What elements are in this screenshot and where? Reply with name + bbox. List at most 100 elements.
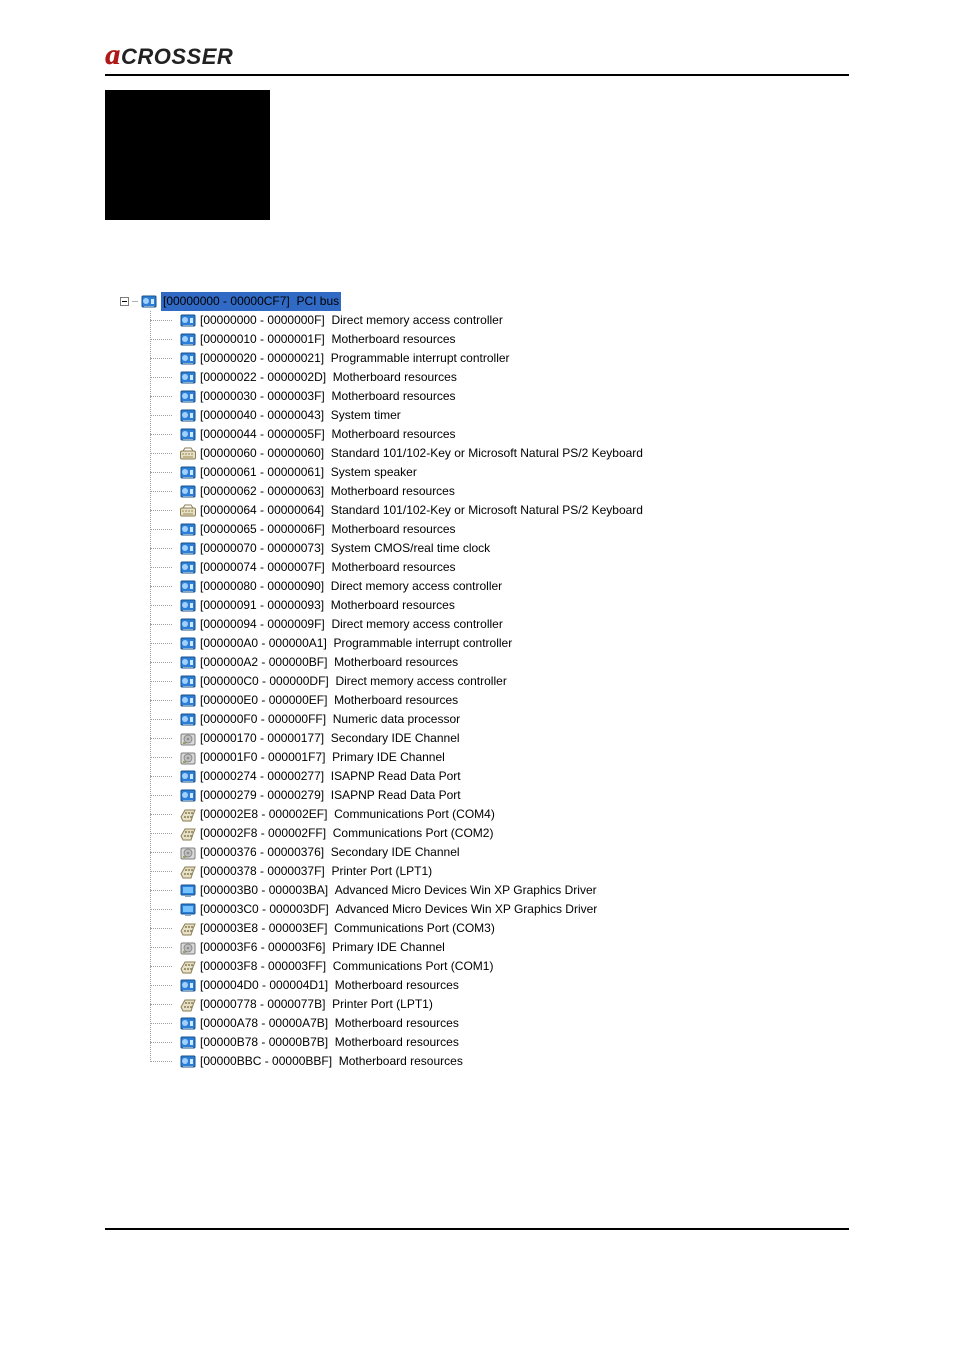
tree-item[interactable]: [00000094 - 0000009F] Direct memory acce…	[150, 615, 904, 634]
tree-item[interactable]: [000000C0 - 000000DF] Direct memory acce…	[150, 672, 904, 691]
tree-item[interactable]: [00000074 - 0000007F] Motherboard resour…	[150, 558, 904, 577]
display-adapter-icon	[180, 883, 196, 899]
system-device-icon	[180, 389, 196, 405]
tree-item-name: Printer Port (LPT1)	[331, 864, 432, 878]
tree-item[interactable]: [000000A0 - 000000A1] Programmable inter…	[150, 634, 904, 653]
tree-item[interactable]: [00000091 - 00000093] Motherboard resour…	[150, 596, 904, 615]
tree-item[interactable]: [00000778 - 0000077B] Printer Port (LPT1…	[150, 995, 904, 1014]
tree-item[interactable]: [00000170 - 00000177] Secondary IDE Chan…	[150, 729, 904, 748]
tree-item[interactable]: [00000000 - 0000000F] Direct memory acce…	[150, 311, 904, 330]
tree-item-name: Numeric data processor	[333, 712, 460, 726]
tree-connector	[150, 520, 180, 539]
tree-item[interactable]: [000003E8 - 000003EF] Communications Por…	[150, 919, 904, 938]
tree-item-name: System CMOS/real time clock	[331, 541, 490, 555]
tree-item-name: Printer Port (LPT1)	[332, 997, 433, 1011]
tree-connector	[150, 444, 180, 463]
tree-item[interactable]: [00000064 - 00000064] Standard 101/102-K…	[150, 501, 904, 520]
tree-item-range: [000002E8 - 000002EF]	[200, 807, 327, 821]
tree-item[interactable]: [00000080 - 00000090] Direct memory acce…	[150, 577, 904, 596]
tree-item-label: [000003C0 - 000003DF] Advanced Micro Dev…	[200, 900, 597, 919]
tree-item[interactable]: [000000A2 - 000000BF] Motherboard resour…	[150, 653, 904, 672]
tree-item[interactable]: [00000010 - 0000001F] Motherboard resour…	[150, 330, 904, 349]
tree-item[interactable]: [00000061 - 00000061] System speaker	[150, 463, 904, 482]
tree-connector	[150, 1052, 180, 1071]
tree-item-name: Motherboard resources	[331, 427, 455, 441]
tree-item[interactable]: [00000022 - 0000002D] Motherboard resour…	[150, 368, 904, 387]
tree-connector	[150, 862, 180, 881]
tree-item-label: [00000022 - 0000002D] Motherboard resour…	[200, 368, 457, 387]
tree-item[interactable]: [000000F0 - 000000FF] Numeric data proce…	[150, 710, 904, 729]
system-device-icon	[180, 579, 196, 595]
tree-item-name: Motherboard resources	[333, 370, 457, 384]
tree-item[interactable]: [00000060 - 00000060] Standard 101/102-K…	[150, 444, 904, 463]
tree-item[interactable]: [00000044 - 0000005F] Motherboard resour…	[150, 425, 904, 444]
tree-item-range: [00000080 - 00000090]	[200, 579, 324, 593]
tree-item[interactable]: [000003F8 - 000003FF] Communications Por…	[150, 957, 904, 976]
tree-item-name: Programmable interrupt controller	[333, 636, 512, 650]
tree-item[interactable]: [00000030 - 0000003F] Motherboard resour…	[150, 387, 904, 406]
tree-connector	[150, 748, 180, 767]
tree-item[interactable]: [000000E0 - 000000EF] Motherboard resour…	[150, 691, 904, 710]
tree-item-name: Motherboard resources	[335, 1016, 459, 1030]
tree-item-range: [00000044 - 0000005F]	[200, 427, 325, 441]
tree-item-range: [000000A2 - 000000BF]	[200, 655, 327, 669]
tree-item[interactable]: [00000A78 - 00000A7B] Motherboard resour…	[150, 1014, 904, 1033]
tree-item-label: [000003F8 - 000003FF] Communications Por…	[200, 957, 493, 976]
tree-item-range: [00000094 - 0000009F]	[200, 617, 325, 631]
system-device-icon	[180, 617, 196, 633]
tree-item-range: [000003F6 - 000003F6]	[200, 940, 325, 954]
tree-item[interactable]: [00000274 - 00000277] ISAPNP Read Data P…	[150, 767, 904, 786]
tree-root-row[interactable]: [00000000 - 00000CF7] PCI bus	[120, 292, 904, 311]
tree-item[interactable]: [000003C0 - 000003DF] Advanced Micro Dev…	[150, 900, 904, 919]
system-device-icon	[180, 636, 196, 652]
tree-item[interactable]: [00000040 - 00000043] System timer	[150, 406, 904, 425]
tree-item[interactable]: [00000B78 - 00000B7B] Motherboard resour…	[150, 1033, 904, 1052]
redacted-block	[105, 90, 270, 220]
tree-item[interactable]: [00000070 - 00000073] System CMOS/real t…	[150, 539, 904, 558]
tree-item-range: [000003E8 - 000003EF]	[200, 921, 327, 935]
tree-item[interactable]: [000002F8 - 000002FF] Communications Por…	[150, 824, 904, 843]
tree-item[interactable]: [000004D0 - 000004D1] Motherboard resour…	[150, 976, 904, 995]
tree-item[interactable]: [000003B0 - 000003BA] Advanced Micro Dev…	[150, 881, 904, 900]
tree-item-range: [00000064 - 00000064]	[200, 503, 324, 517]
tree-item-name: ISAPNP Read Data Port	[331, 769, 461, 783]
tree-item-range: [000002F8 - 000002FF]	[200, 826, 326, 840]
tree-item-label: [000000C0 - 000000DF] Direct memory acce…	[200, 672, 507, 691]
tree-item[interactable]: [000001F0 - 000001F7] Primary IDE Channe…	[150, 748, 904, 767]
tree-item[interactable]: [00000062 - 00000063] Motherboard resour…	[150, 482, 904, 501]
tree-item-range: [00000000 - 0000000F]	[200, 313, 325, 327]
tree-item-name: Motherboard resources	[331, 560, 455, 574]
tree-connector	[150, 767, 180, 786]
tree-item-name: Communications Port (COM2)	[333, 826, 494, 840]
tree-root-range: [00000000 - 00000CF7]	[163, 294, 290, 308]
tree-item-range: [000003F8 - 000003FF]	[200, 959, 326, 973]
brand-logo-text: CROSSER	[121, 46, 233, 68]
tree-item-label: [00000074 - 0000007F] Motherboard resour…	[200, 558, 456, 577]
tree-connector	[150, 824, 180, 843]
tree-connector	[150, 653, 180, 672]
tree-item-name: Secondary IDE Channel	[331, 845, 460, 859]
system-device-icon	[141, 294, 157, 310]
tree-item-name: System timer	[331, 408, 401, 422]
tree-connector	[150, 900, 180, 919]
tree-item-range: [000000A0 - 000000A1]	[200, 636, 327, 650]
collapse-icon[interactable]	[120, 297, 129, 306]
tree-item-label: [00000080 - 00000090] Direct memory acce…	[200, 577, 502, 596]
tree-item[interactable]: [00000279 - 00000279] ISAPNP Read Data P…	[150, 786, 904, 805]
tree-item[interactable]: [000003F6 - 000003F6] Primary IDE Channe…	[150, 938, 904, 957]
tree-connector	[132, 301, 138, 302]
disk-drive-icon	[180, 845, 196, 861]
tree-connector	[150, 710, 180, 729]
tree-item[interactable]: [000002E8 - 000002EF] Communications Por…	[150, 805, 904, 824]
tree-item[interactable]: [00000378 - 0000037F] Printer Port (LPT1…	[150, 862, 904, 881]
tree-item-name: Direct memory access controller	[331, 617, 502, 631]
tree-connector	[150, 463, 180, 482]
tree-item[interactable]: [00000BBC - 00000BBF] Motherboard resour…	[150, 1052, 904, 1071]
tree-item-name: Advanced Micro Devices Win XP Graphics D…	[335, 902, 597, 916]
tree-item[interactable]: [00000376 - 00000376] Secondary IDE Chan…	[150, 843, 904, 862]
tree-item-range: [00000170 - 00000177]	[200, 731, 324, 745]
tree-item[interactable]: [00000065 - 0000006F] Motherboard resour…	[150, 520, 904, 539]
system-device-icon	[180, 1054, 196, 1070]
tree-item[interactable]: [00000020 - 00000021] Programmable inter…	[150, 349, 904, 368]
tree-root-label[interactable]: [00000000 - 00000CF7] PCI bus	[161, 292, 341, 311]
